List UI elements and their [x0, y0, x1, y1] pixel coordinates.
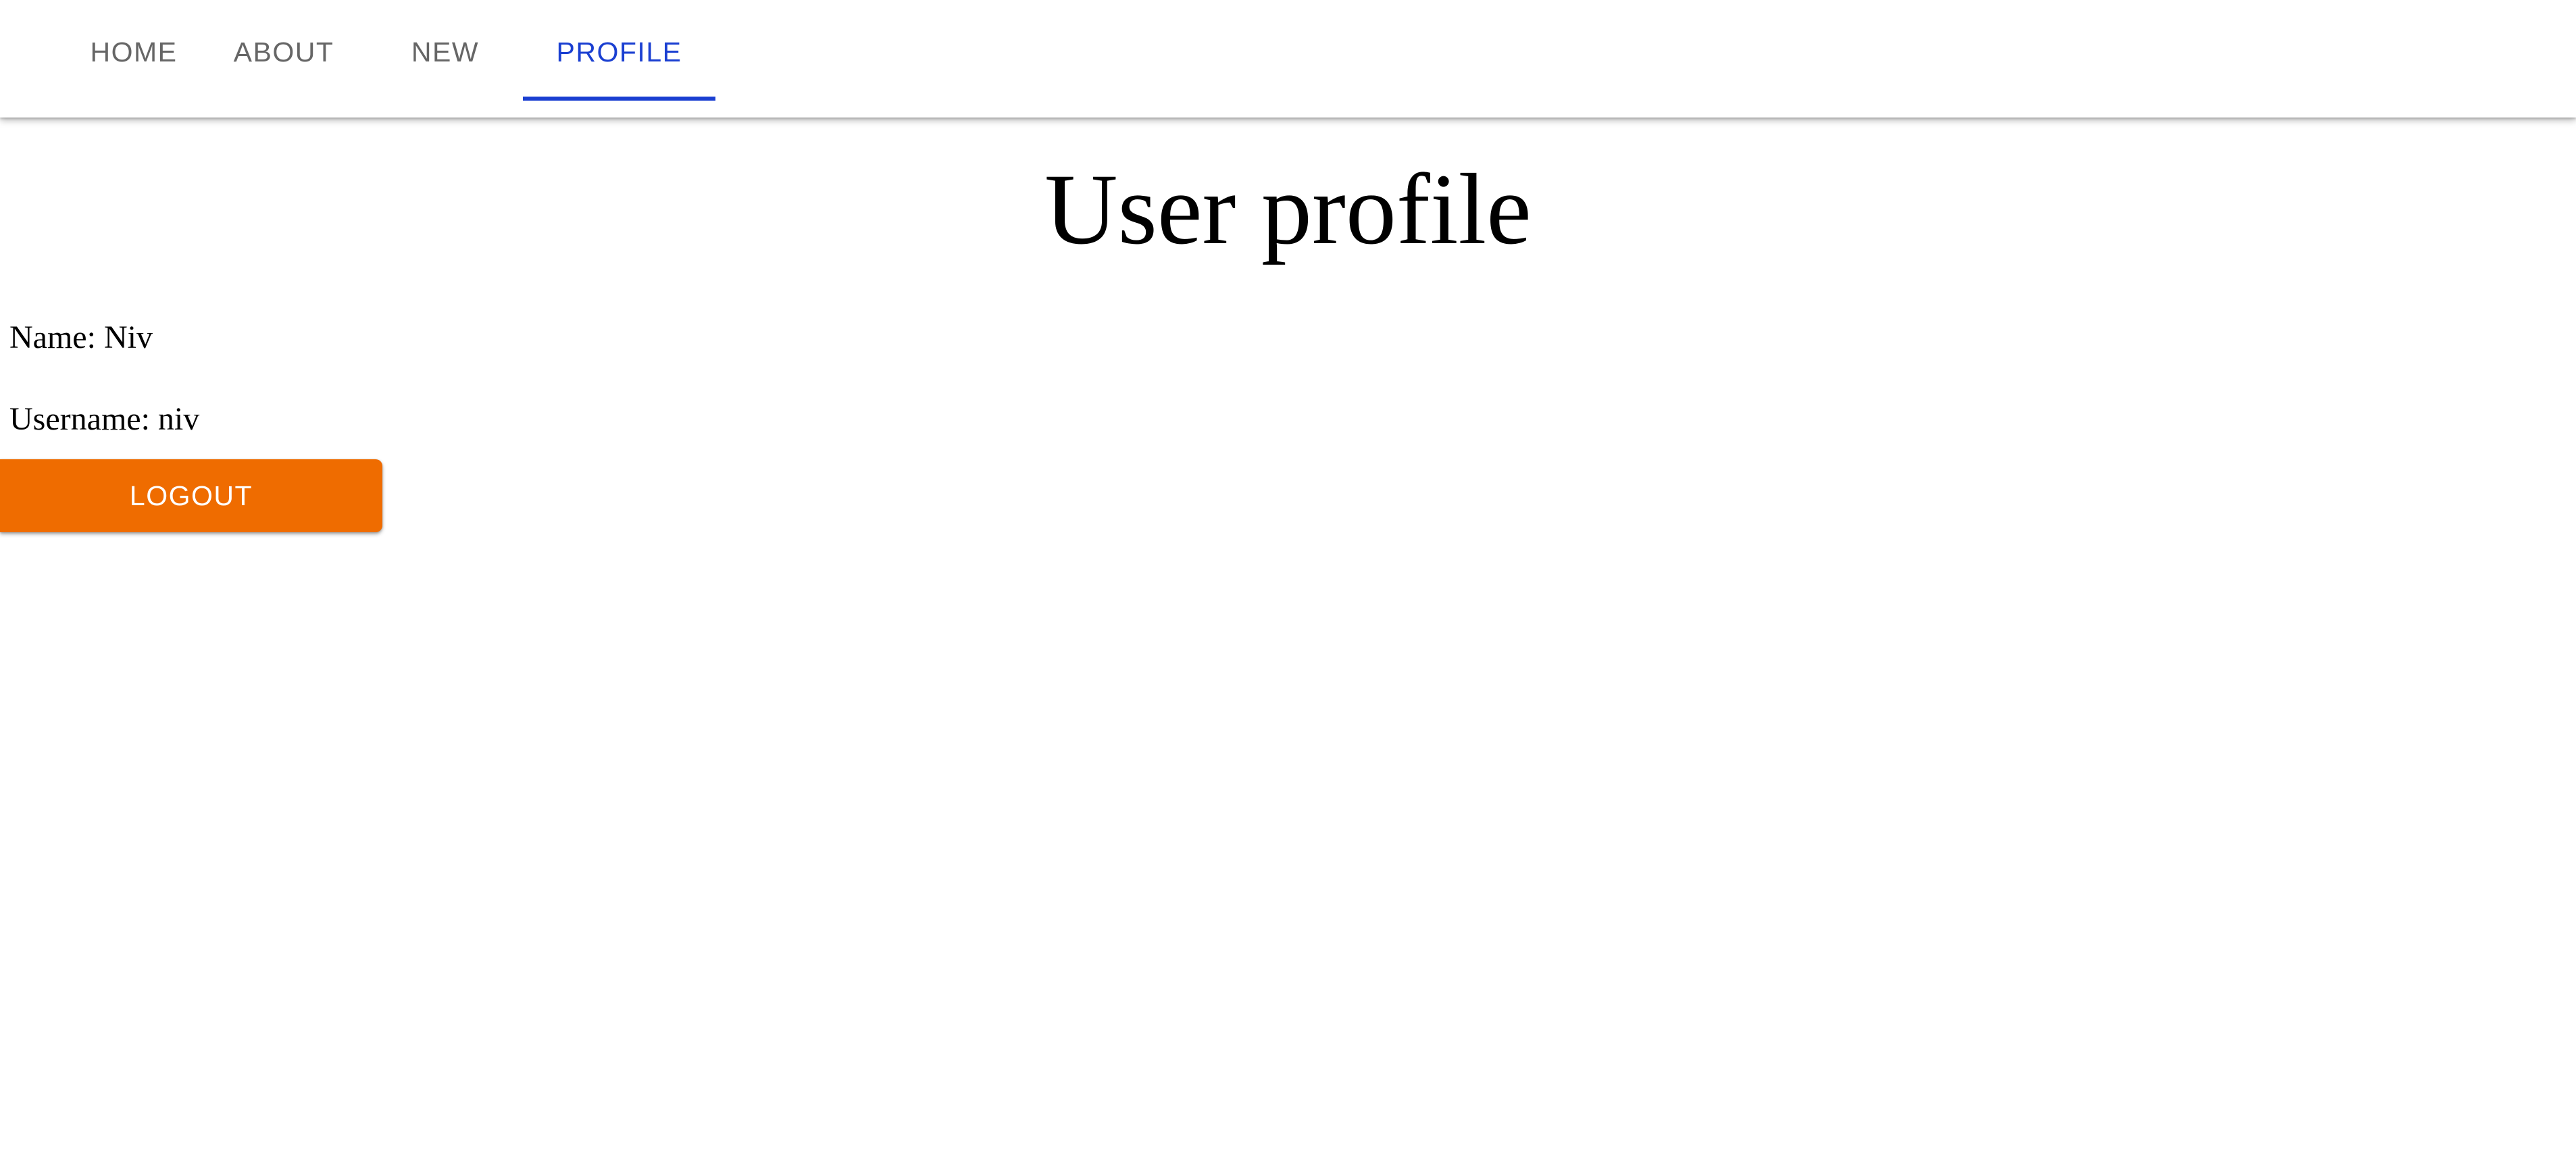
tab-about[interactable]: ABOUT — [200, 0, 368, 118]
nav-tabs: HOME ABOUT NEW PROFILE — [0, 0, 715, 118]
tab-profile-label: PROFILE — [556, 36, 682, 68]
tab-new-label: NEW — [411, 36, 480, 68]
active-tab-indicator — [523, 97, 715, 101]
tab-about-label: ABOUT — [233, 36, 334, 68]
app-bar: HOME ABOUT NEW PROFILE — [0, 0, 2576, 118]
tab-new[interactable]: NEW — [368, 0, 523, 118]
tab-profile[interactable]: PROFILE — [523, 0, 715, 118]
tab-home[interactable]: HOME — [68, 0, 200, 118]
profile-name: Name: Niv — [9, 319, 153, 355]
tab-home-label: HOME — [90, 36, 178, 68]
logout-button[interactable]: LOGOUT — [0, 459, 382, 532]
logout-button-label: LOGOUT — [129, 480, 253, 511]
profile-username: Username: niv — [9, 401, 200, 437]
page-title: User profile — [1044, 153, 1532, 265]
